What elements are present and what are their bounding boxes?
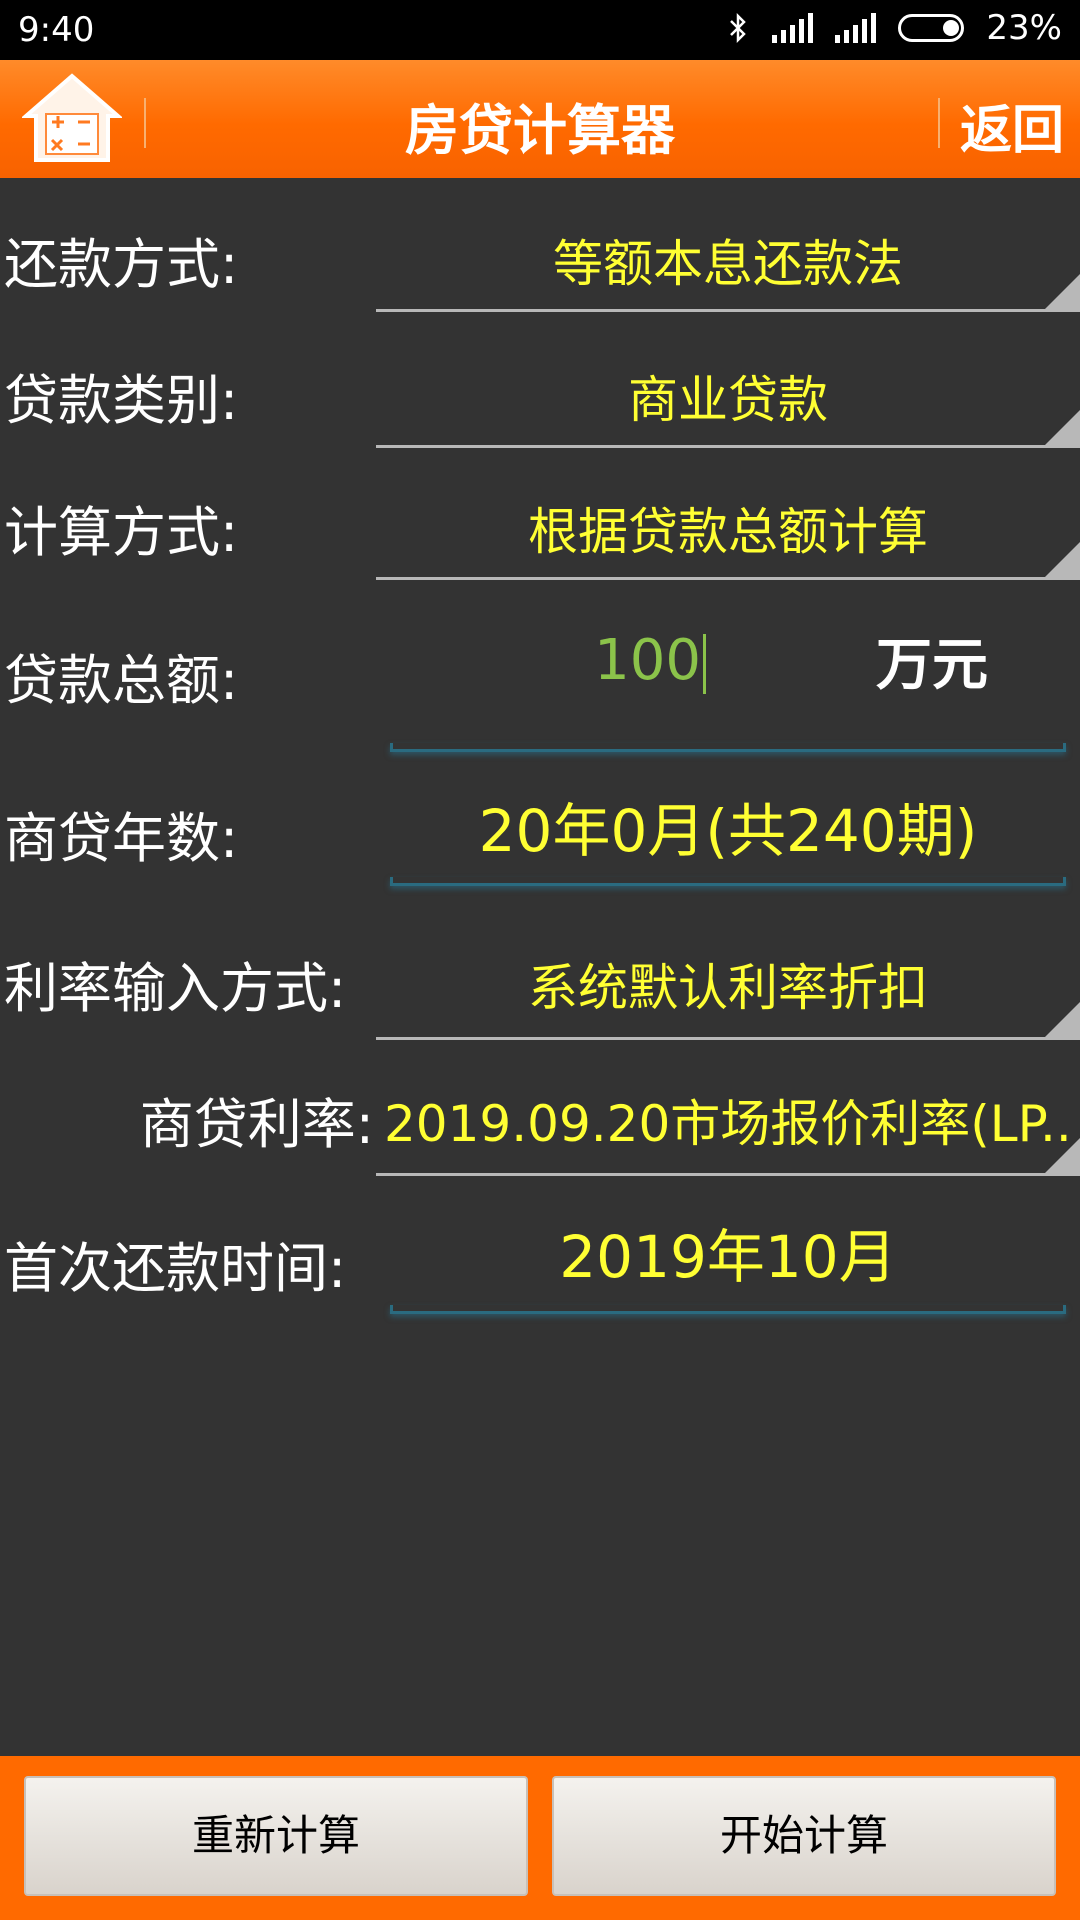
status-bar: 9:40 23% [0, 0, 1080, 60]
loan-amount-label: 贷款总额: [4, 649, 239, 712]
loan-type-value: 商业贷款 [628, 371, 828, 429]
battery-icon [898, 14, 965, 42]
reset-button[interactable]: 重新计算 [24, 1776, 528, 1896]
calculate-button[interactable]: 开始计算 [552, 1776, 1056, 1896]
rate-input-method-value: 系统默认利率折扣 [528, 959, 928, 1017]
repayment-method-label: 还款方式: [4, 233, 239, 296]
calc-method-label: 计算方式: [4, 501, 239, 564]
app-header: 房贷计算器 返回 [0, 60, 1080, 178]
calc-method-value: 根据贷款总额计算 [528, 503, 928, 561]
battery-percent: 23% [986, 8, 1062, 48]
loan-years-field[interactable]: 20年0月(共240期) [390, 784, 1066, 886]
loan-years-value: 20年0月(共240期) [478, 797, 978, 865]
loan-type-label: 贷款类别: [4, 369, 239, 432]
dropdown-corner-icon [1042, 274, 1080, 312]
back-button[interactable]: 返回 [960, 88, 1064, 163]
loan-years-label: 商贷年数: [4, 807, 239, 870]
page-title: 房贷计算器 [405, 99, 675, 162]
loan-amount-underline [390, 672, 1066, 752]
first-payment-value: 2019年10月 [559, 1223, 897, 1291]
status-time: 9:40 [18, 10, 95, 50]
first-payment-label: 首次还款时间: [4, 1237, 347, 1300]
loan-type-spinner[interactable]: 商业贷款 [376, 328, 1080, 448]
dropdown-corner-icon [1042, 542, 1080, 580]
bottom-bar: 重新计算 开始计算 [0, 1756, 1080, 1920]
dropdown-corner-icon [1042, 410, 1080, 448]
commercial-rate-spinner[interactable]: 2019.09.20市场报价利率(LP.. [376, 1056, 1080, 1176]
bluetooth-icon [730, 12, 747, 44]
calc-method-spinner[interactable]: 根据贷款总额计算 [376, 460, 1080, 580]
dropdown-corner-icon [1042, 1002, 1080, 1040]
dropdown-corner-icon [1042, 1138, 1080, 1176]
signal-icon-2 [835, 13, 877, 43]
rate-input-method-spinner[interactable]: 系统默认利率折扣 [376, 920, 1080, 1040]
repayment-method-value: 等额本息还款法 [553, 235, 903, 293]
commercial-rate-label: 商贷利率: [139, 1093, 374, 1156]
header-divider [938, 98, 940, 148]
commercial-rate-value: 2019.09.20市场报价利率(LP.. [384, 1095, 1072, 1153]
first-payment-field[interactable]: 2019年10月 [390, 1210, 1066, 1314]
rate-input-method-label: 利率输入方式: [4, 957, 347, 1020]
repayment-method-spinner[interactable]: 等额本息还款法 [376, 192, 1080, 312]
signal-icon [772, 13, 814, 43]
